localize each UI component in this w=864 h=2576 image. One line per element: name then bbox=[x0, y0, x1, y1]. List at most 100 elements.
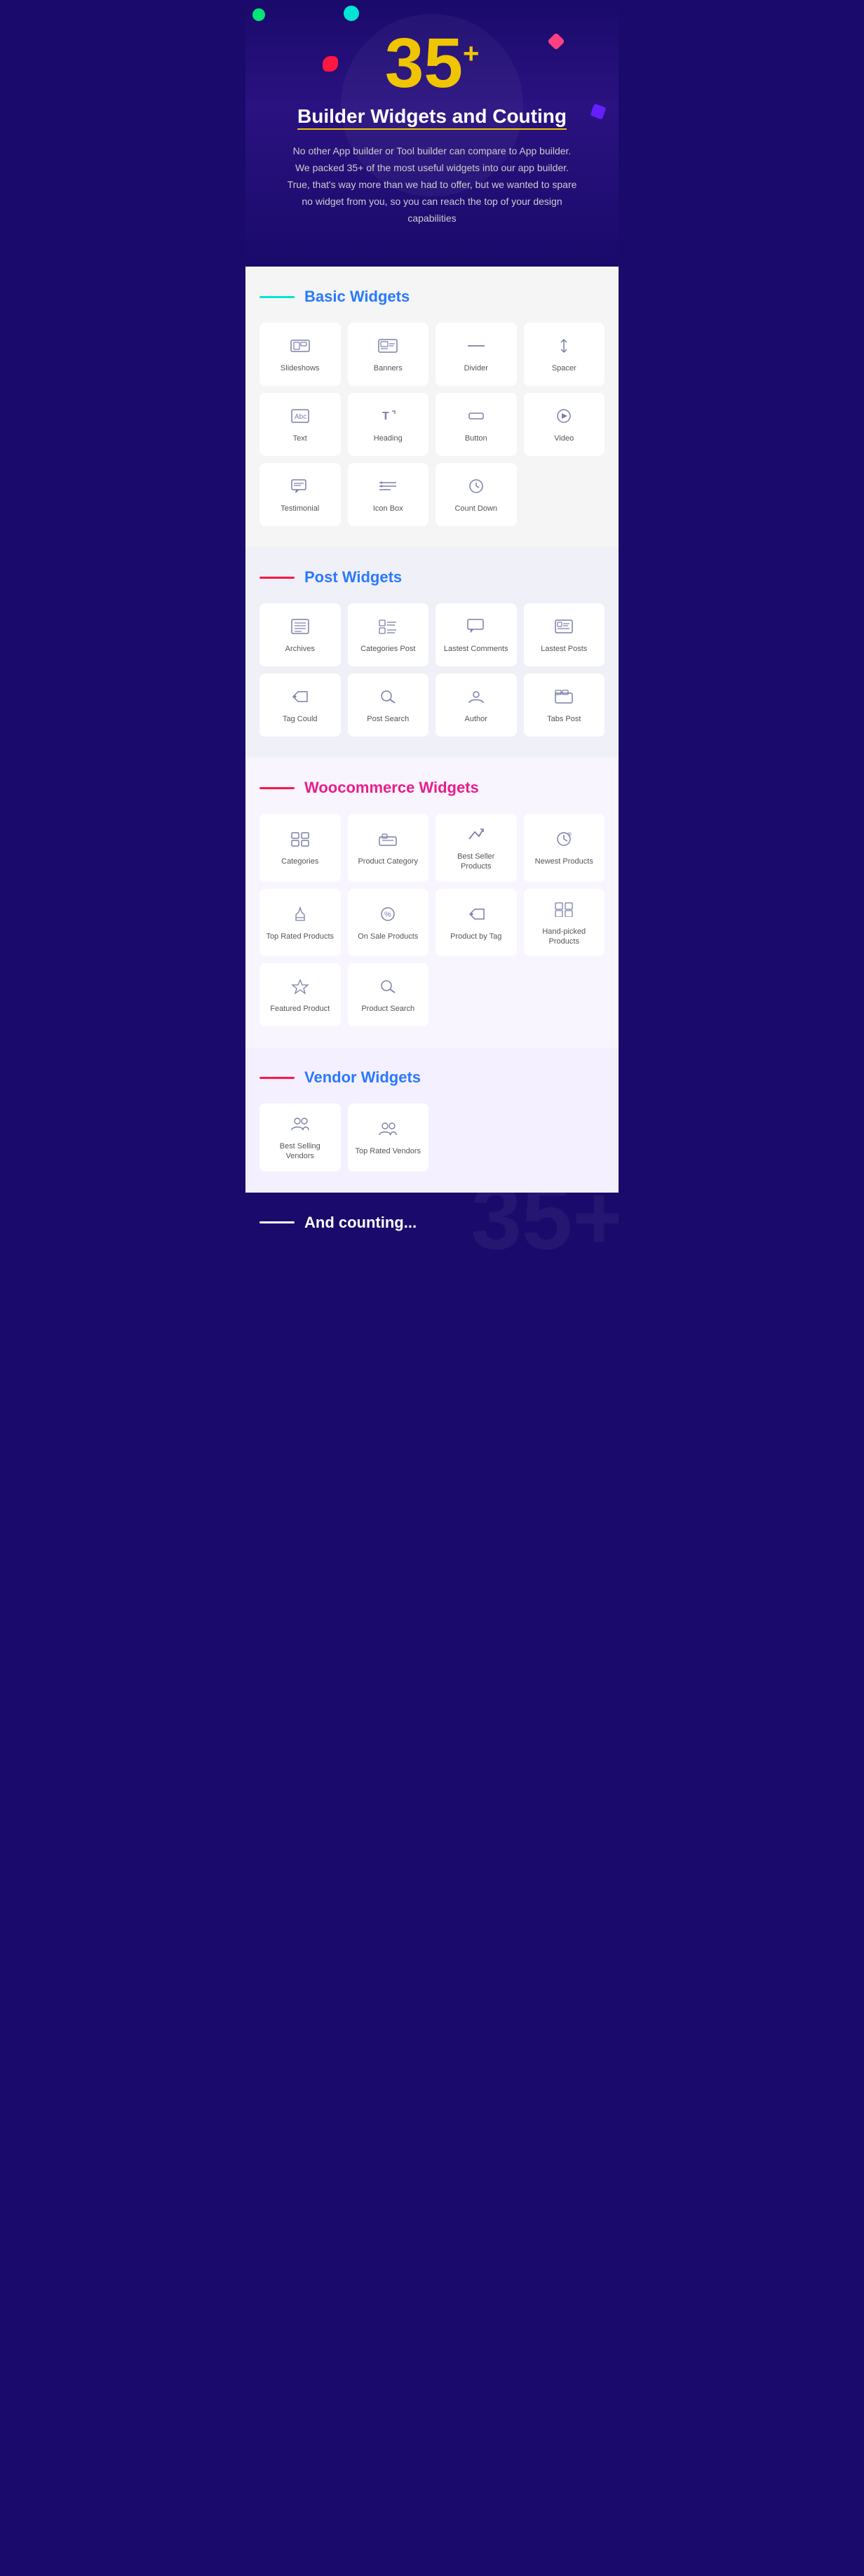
widget-featured-product[interactable]: Featured Product bbox=[259, 963, 341, 1026]
widget-tabs-post[interactable]: Tabs Post bbox=[524, 673, 605, 737]
basic-section-title: Basic Widgets bbox=[304, 288, 410, 306]
ending-section: And counting... 35+ bbox=[245, 1193, 619, 1263]
widget-best-seller-products[interactable]: Best Seller Products bbox=[436, 814, 517, 882]
product-category-label: Product Category bbox=[358, 857, 418, 866]
post-widgets-row1: Archives Categories Post Lastest Comment… bbox=[259, 603, 605, 666]
widget-archives[interactable]: Archives bbox=[259, 603, 341, 666]
basic-widgets-header: Basic Widgets bbox=[259, 288, 605, 306]
on-sale-products-icon: % bbox=[378, 906, 398, 925]
author-icon bbox=[466, 689, 486, 707]
heading-label: Heading bbox=[374, 434, 403, 443]
spacer-label: Spacer bbox=[552, 363, 576, 373]
best-seller-products-label: Best Seller Products bbox=[441, 852, 511, 872]
banners-icon bbox=[378, 338, 398, 356]
svg-text:T: T bbox=[382, 410, 389, 422]
basic-widgets-row3: Testimonial Icon Box Count Down bbox=[259, 463, 605, 526]
widget-lastest-comments[interactable]: Lastest Comments bbox=[436, 603, 517, 666]
text-icon: Abc bbox=[290, 408, 310, 427]
widget-categories[interactable]: Categories bbox=[259, 814, 341, 882]
woo-widgets-section: Woocommerce Widgets Categories Product C… bbox=[245, 758, 619, 1047]
post-widgets-section: Post Widgets Archives Categories Post La… bbox=[245, 547, 619, 758]
count-down-label: Count Down bbox=[454, 504, 497, 514]
top-rated-vendors-icon bbox=[378, 1121, 398, 1139]
widget-top-rated-vendors[interactable]: Top Rated Vendors bbox=[348, 1103, 429, 1172]
categories-label: Categories bbox=[281, 857, 318, 866]
vendor-widgets-row1: Best Selling Vendors Top Rated Vendors bbox=[259, 1103, 605, 1172]
product-search-icon bbox=[378, 979, 398, 997]
divider-icon bbox=[466, 338, 486, 356]
tabs-post-icon bbox=[554, 689, 574, 707]
product-by-tag-icon bbox=[466, 906, 486, 925]
widget-heading[interactable]: T Heading bbox=[348, 393, 429, 456]
text-label: Text bbox=[293, 434, 307, 443]
lastest-comments-label: Lastest Comments bbox=[444, 644, 508, 654]
widget-product-search[interactable]: Product Search bbox=[348, 963, 429, 1026]
on-sale-products-label: On Sale Products bbox=[358, 932, 418, 941]
archives-icon bbox=[290, 619, 310, 637]
woo-widgets-row2: Top Rated Products % On Sale Products Pr… bbox=[259, 889, 605, 957]
post-widgets-row2: Tag Could Post Search Author Tabs Post bbox=[259, 673, 605, 737]
widget-author[interactable]: Author bbox=[436, 673, 517, 737]
categories-post-icon bbox=[378, 619, 398, 637]
widget-tag-could[interactable]: Tag Could bbox=[259, 673, 341, 737]
best-selling-vendors-label: Best Selling Vendors bbox=[265, 1141, 335, 1162]
widget-count-down[interactable]: Count Down bbox=[436, 463, 517, 526]
product-category-icon bbox=[378, 831, 398, 850]
basic-section-line bbox=[259, 296, 295, 298]
widget-testimonial[interactable]: Testimonial bbox=[259, 463, 341, 526]
and-counting-container: And counting... bbox=[245, 1193, 619, 1246]
widget-text[interactable]: Abc Text bbox=[259, 393, 341, 456]
best-seller-products-icon bbox=[466, 826, 486, 845]
widget-divider[interactable]: Divider bbox=[436, 323, 517, 386]
widget-video[interactable]: Video bbox=[524, 393, 605, 456]
widget-post-search[interactable]: Post Search bbox=[348, 673, 429, 737]
widget-categories-post[interactable]: Categories Post bbox=[348, 603, 429, 666]
ending-line bbox=[259, 1221, 295, 1223]
widget-product-category[interactable]: Product Category bbox=[348, 814, 429, 882]
widget-top-rated-products[interactable]: Top Rated Products bbox=[259, 889, 341, 957]
categories-icon bbox=[290, 831, 310, 850]
svg-text:%: % bbox=[384, 911, 391, 919]
slideshows-icon bbox=[290, 338, 310, 356]
widget-on-sale-products[interactable]: % On Sale Products bbox=[348, 889, 429, 957]
categories-post-label: Categories Post bbox=[360, 644, 415, 654]
testimonial-label: Testimonial bbox=[281, 504, 319, 514]
widget-spacer[interactable]: Spacer bbox=[524, 323, 605, 386]
lastest-posts-label: Lastest Posts bbox=[541, 644, 587, 654]
newest-products-icon bbox=[554, 831, 574, 850]
widget-newest-products[interactable]: Newest Products bbox=[524, 814, 605, 882]
slideshows-label: Slideshows bbox=[281, 363, 320, 373]
divider-label: Divider bbox=[464, 363, 488, 373]
widget-slideshows[interactable]: Slideshows bbox=[259, 323, 341, 386]
woo-widgets-row3: Featured Product Product Search bbox=[259, 963, 605, 1026]
vendor-section-line bbox=[259, 1077, 295, 1079]
featured-product-label: Featured Product bbox=[270, 1004, 330, 1014]
video-icon bbox=[554, 408, 574, 427]
hero-section: 35+ Builder Widgets and Couting No other… bbox=[245, 0, 619, 267]
woo-section-line bbox=[259, 787, 295, 789]
button-icon bbox=[466, 408, 486, 427]
woo-widgets-header: Woocommerce Widgets bbox=[259, 779, 605, 797]
post-section-title: Post Widgets bbox=[304, 568, 402, 586]
hero-number: 35+ bbox=[385, 28, 480, 98]
widget-button[interactable]: Button bbox=[436, 393, 517, 456]
svg-text:Abc: Abc bbox=[295, 413, 306, 421]
widget-banners[interactable]: Banners bbox=[348, 323, 429, 386]
widget-lastest-posts[interactable]: Lastest Posts bbox=[524, 603, 605, 666]
widget-best-selling-vendors[interactable]: Best Selling Vendors bbox=[259, 1103, 341, 1172]
featured-product-icon bbox=[290, 979, 310, 997]
hand-picked-products-icon bbox=[554, 901, 574, 920]
widget-icon-box[interactable]: Icon Box bbox=[348, 463, 429, 526]
icon-box-icon bbox=[378, 478, 398, 497]
widget-hand-picked-products[interactable]: Hand-picked Products bbox=[524, 889, 605, 957]
top-rated-products-icon bbox=[290, 906, 310, 925]
product-by-tag-label: Product by Tag bbox=[450, 932, 501, 941]
widget-product-by-tag[interactable]: Product by Tag bbox=[436, 889, 517, 957]
hero-description: No other App builder or Tool builder can… bbox=[285, 143, 579, 227]
testimonial-icon bbox=[290, 478, 310, 497]
decoration-blob-green bbox=[252, 8, 265, 21]
woo-widgets-row1: Categories Product Category Best Seller … bbox=[259, 814, 605, 882]
post-search-icon bbox=[378, 689, 398, 707]
lastest-comments-icon bbox=[466, 619, 486, 637]
product-search-label: Product Search bbox=[361, 1004, 414, 1014]
